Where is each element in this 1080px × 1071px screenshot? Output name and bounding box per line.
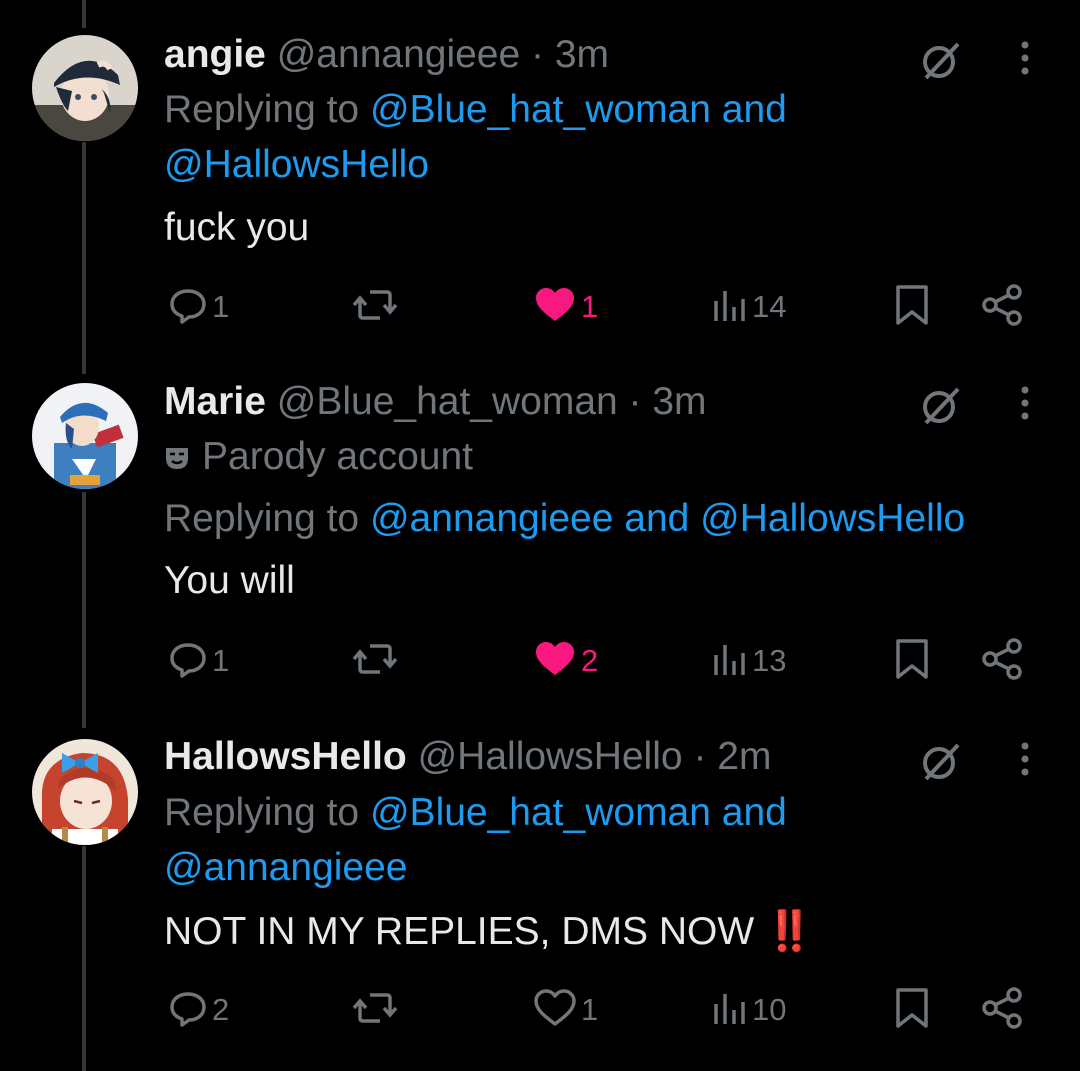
replying-prefix: Replying to xyxy=(164,88,360,131)
handle[interactable]: @annangieee xyxy=(277,33,520,76)
bookmark-icon xyxy=(893,986,931,1035)
share-icon xyxy=(980,986,1024,1035)
bookmark-button[interactable] xyxy=(893,985,931,1035)
replying-prefix: Replying to xyxy=(164,497,360,540)
grok-icon[interactable] xyxy=(918,38,964,89)
repost-button[interactable] xyxy=(352,282,398,332)
tweet-header: HallowsHello @HallowsHello · 2m xyxy=(164,734,771,780)
bookmark-icon xyxy=(893,283,931,332)
parody-mask-icon xyxy=(164,436,190,469)
more-icon[interactable] xyxy=(1015,741,1035,786)
grok-icon[interactable] xyxy=(918,383,964,434)
avatar[interactable] xyxy=(32,35,138,141)
repost-button[interactable] xyxy=(352,985,398,1035)
reply-icon xyxy=(168,988,208,1033)
tweet-text: NOT IN MY REPLIES, DMS NOW ‼️ xyxy=(164,910,814,953)
share-button[interactable] xyxy=(980,282,1024,332)
like-button[interactable]: 1 xyxy=(533,282,598,332)
replying-prefix: Replying to xyxy=(164,791,360,834)
view-count: 13 xyxy=(752,643,787,678)
bookmark-button[interactable] xyxy=(893,636,931,686)
timestamp[interactable]: · 3m xyxy=(531,33,609,76)
tweet-angie[interactable]: angie @annangieee · 3m Replying to @Blue… xyxy=(0,0,1080,350)
avatar[interactable] xyxy=(32,383,138,489)
views-button[interactable]: 14 xyxy=(712,282,786,332)
views-icon xyxy=(712,285,748,330)
like-button[interactable]: 2 xyxy=(533,636,598,686)
views-icon xyxy=(712,988,748,1033)
reply-button[interactable]: 1 xyxy=(168,636,229,686)
repost-button[interactable] xyxy=(352,636,398,686)
reply-button[interactable]: 1 xyxy=(168,282,229,332)
tweet-header: angie @annangieee · 3m xyxy=(164,32,609,78)
handle[interactable]: @Blue_hat_woman xyxy=(277,380,618,423)
heart-icon xyxy=(533,285,577,330)
views-button[interactable]: 13 xyxy=(712,636,786,686)
share-button[interactable] xyxy=(980,985,1024,1035)
reply-count: 2 xyxy=(212,992,230,1027)
reply-count: 1 xyxy=(212,289,230,324)
views-button[interactable]: 10 xyxy=(712,985,786,1035)
like-count: 1 xyxy=(581,289,599,324)
replying-to: Replying to @annangieee and @HallowsHell… xyxy=(164,496,965,542)
reply-mentions[interactable]: @Blue_hat_woman and xyxy=(370,88,787,131)
tweet-hallowshello[interactable]: HallowsHello @HallowsHello · 2m Replying… xyxy=(0,705,1080,1071)
repost-icon xyxy=(352,639,398,684)
heart-icon xyxy=(533,988,577,1033)
display-name[interactable]: Marie xyxy=(164,380,266,423)
more-icon[interactable] xyxy=(1015,40,1035,85)
reply-mentions[interactable]: @annangieee and @HallowsHello xyxy=(370,497,965,540)
timestamp[interactable]: · 3m xyxy=(629,380,707,423)
repost-icon xyxy=(352,285,398,330)
handle[interactable]: @HallowsHello xyxy=(418,735,683,778)
action-bar: 1 2 13 xyxy=(0,636,1080,686)
reply-count: 1 xyxy=(212,643,230,678)
share-button[interactable] xyxy=(980,636,1024,686)
grok-icon[interactable] xyxy=(918,739,964,790)
avatar[interactable] xyxy=(32,739,138,845)
bookmark-icon xyxy=(893,637,931,686)
view-count: 10 xyxy=(752,992,787,1027)
timestamp[interactable]: · 2m xyxy=(693,735,771,778)
repost-icon xyxy=(352,988,398,1033)
like-count: 2 xyxy=(581,643,599,678)
bookmark-button[interactable] xyxy=(893,282,931,332)
share-icon xyxy=(980,283,1024,332)
reply-button[interactable]: 2 xyxy=(168,985,229,1035)
action-bar: 2 1 10 xyxy=(0,985,1080,1035)
share-icon xyxy=(980,637,1024,686)
heart-icon xyxy=(533,639,577,684)
parody-badge-text: Parody account xyxy=(202,435,474,478)
view-count: 14 xyxy=(752,289,787,324)
reply-icon xyxy=(168,285,208,330)
tweet-marie[interactable]: Marie @Blue_hat_woman · 3m Parody accoun… xyxy=(0,350,1080,705)
like-button[interactable]: 1 xyxy=(533,985,598,1035)
replying-to: Replying to @Blue_hat_woman and xyxy=(164,790,787,836)
action-bar: 1 1 14 xyxy=(0,282,1080,332)
reply-mentions[interactable]: @Blue_hat_woman and xyxy=(370,791,787,834)
replying-to: Replying to @Blue_hat_woman and xyxy=(164,87,787,133)
tweet-header: Marie @Blue_hat_woman · 3m xyxy=(164,379,707,425)
display-name[interactable]: angie xyxy=(164,33,266,76)
reply-mentions-continued[interactable]: @HallowsHello xyxy=(164,142,429,188)
parody-label: Parody account xyxy=(164,434,473,480)
tweet-text: You will xyxy=(164,559,295,602)
more-icon[interactable] xyxy=(1015,385,1035,430)
tweet-text: fuck you xyxy=(164,206,310,249)
like-count: 1 xyxy=(581,992,599,1027)
reply-mentions-continued[interactable]: @annangieee xyxy=(164,845,407,891)
reply-icon xyxy=(168,639,208,684)
views-icon xyxy=(712,639,748,684)
display-name[interactable]: HallowsHello xyxy=(164,735,407,778)
